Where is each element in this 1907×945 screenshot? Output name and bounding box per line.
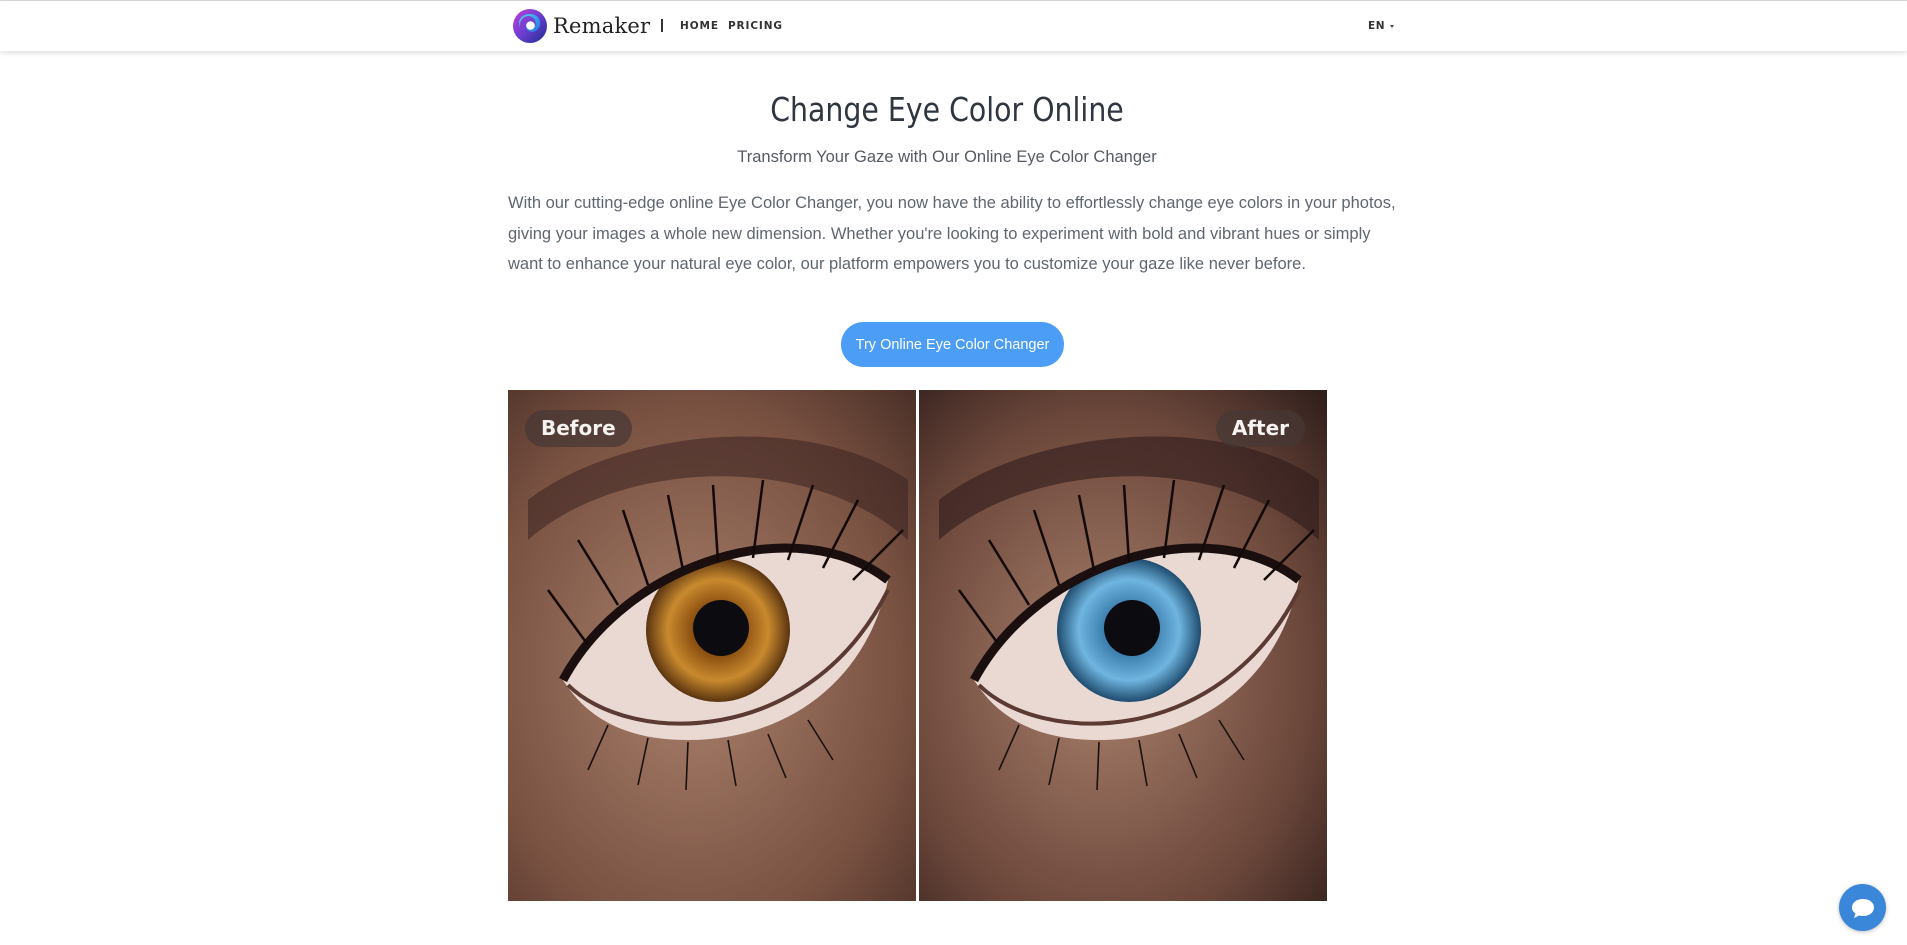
after-eye-image (919, 390, 1327, 901)
hero-description: With our cutting-edge online Eye Color C… (508, 194, 1396, 274)
brand-name: Remaker (553, 14, 651, 38)
nav-pricing-link[interactable]: PRICING (728, 20, 783, 32)
main-nav: HOME PRICING (680, 20, 783, 32)
try-eye-color-changer-button[interactable]: Try Online Eye Color Changer (841, 322, 1064, 367)
before-eye-image (508, 390, 916, 901)
brand-link[interactable]: Remaker (512, 8, 650, 44)
nav-home-link[interactable]: HOME (680, 20, 719, 32)
language-label: EN (1368, 20, 1386, 32)
before-image: Before (508, 390, 916, 901)
before-label: Before (525, 410, 632, 447)
page-subtitle: Transform Your Gaze with Our Online Eye … (737, 148, 1157, 166)
navbar: Remaker HOME PRICING EN (0, 1, 1907, 51)
chat-bubble-icon (1851, 898, 1874, 918)
before-after-comparison: Before After (508, 390, 1329, 901)
nav-divider (661, 19, 663, 32)
language-selector[interactable]: EN (1368, 20, 1395, 32)
page-title: Change Eye Color Online (770, 90, 1124, 129)
swirl-logo-icon (513, 9, 547, 43)
chat-button[interactable] (1839, 884, 1886, 931)
caret-down-icon (1390, 24, 1395, 28)
after-image: After (919, 390, 1327, 901)
after-label: After (1215, 410, 1305, 447)
